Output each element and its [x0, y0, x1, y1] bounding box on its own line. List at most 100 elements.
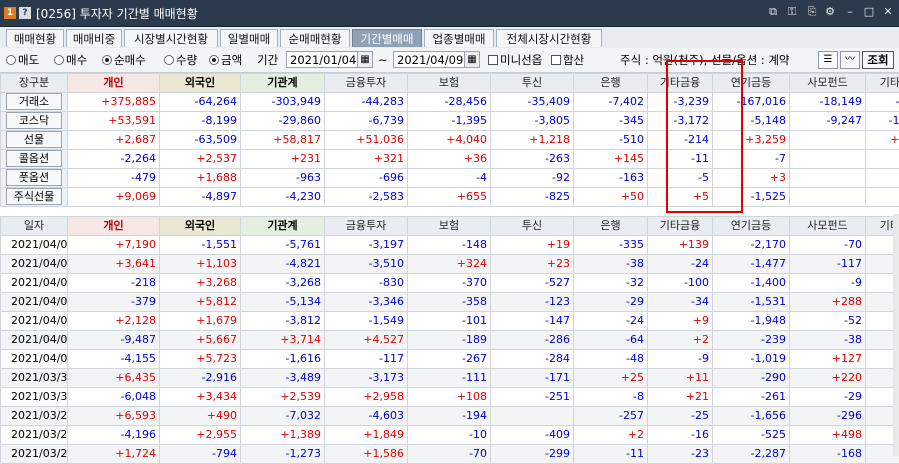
daily-cell: +2 — [574, 426, 648, 445]
daily-row[interactable]: 2021/04/05+2,128+1,679-3,812-1,549-101-1… — [1, 312, 899, 331]
daily-cell: -1,531 — [713, 293, 790, 312]
summary-cell — [790, 150, 866, 169]
daily-cell: -370 — [408, 274, 491, 293]
summary-cell: -510 — [574, 131, 648, 150]
daily-row[interactable]: 2021/03/30-6,048+3,434+2,539+2,958+108-2… — [1, 388, 899, 407]
minimize-icon[interactable]: – — [843, 5, 857, 19]
chart-view-icon[interactable]: 〰 — [840, 51, 860, 69]
daily-cell: -194 — [408, 407, 491, 426]
daily-cell: +21 — [648, 388, 713, 407]
daily-cell: +4,527 — [325, 331, 408, 350]
summary-cell: +58,817 — [241, 131, 325, 150]
daily-row[interactable]: 2021/04/06-379+5,812-5,134-3,346-358-123… — [1, 293, 899, 312]
radio-buy[interactable]: 매수 — [54, 52, 87, 68]
start-date-input[interactable]: 2021/01/04 — [286, 51, 358, 68]
menu-number-badge[interactable]: 1 — [4, 7, 16, 19]
calendar-icon[interactable]: ▦ — [464, 51, 480, 68]
mini-option-label: 미니선옵 — [500, 53, 542, 67]
daily-cell: -3,812 — [241, 312, 325, 331]
daily-row[interactable]: 2021/04/01-4,155+5,723-1,616-117-267-284… — [1, 350, 899, 369]
daily-cell: -830 — [325, 274, 408, 293]
tab-sector-trade[interactable]: 업종별매매 — [424, 29, 494, 47]
tab-trade-status[interactable]: 매매현황 — [6, 29, 64, 47]
summary-cell: -15,486 — [866, 112, 899, 131]
daily-cell: +25 — [574, 369, 648, 388]
market-button[interactable]: 코스닥 — [6, 112, 62, 129]
tab-market-time[interactable]: 시장별시간현황 — [124, 29, 218, 47]
radio-amount[interactable]: 금액 — [209, 52, 242, 68]
summary-cell: +1,999 — [866, 131, 899, 150]
market-button[interactable]: 풋옵션 — [6, 169, 62, 186]
radio-quantity[interactable]: 수량 — [164, 52, 197, 68]
tab-net-trade[interactable]: 순매매현황 — [280, 29, 350, 47]
daily-cell: -16 — [648, 426, 713, 445]
summary-cell: -1,395 — [408, 112, 491, 131]
daily-row[interactable]: 2021/03/26-4,196+2,955+1,389+1,849-10-40… — [1, 426, 899, 445]
radio-circle-icon — [6, 55, 16, 65]
summary-cell: -9,241 — [866, 93, 899, 112]
close-icon[interactable]: ✕ — [881, 5, 895, 19]
tab-daily-trade[interactable]: 일별매매 — [220, 29, 278, 47]
list-view-icon[interactable]: ☰ — [818, 51, 838, 69]
market-button[interactable]: 콜옵션 — [6, 150, 62, 167]
calendar-icon[interactable]: ▦ — [357, 51, 373, 68]
daily-row[interactable]: 2021/03/25+1,724-794-1,273+1,586-70-299-… — [1, 445, 899, 464]
summary-cell: -4,897 — [160, 188, 241, 207]
tab-all-market-time[interactable]: 전체시장시간현황 — [496, 29, 602, 47]
daily-cell: +127 — [790, 350, 866, 369]
daily-header-10: 사모펀드 — [790, 217, 866, 236]
daily-cell: +3,714 — [241, 331, 325, 350]
daily-cell: -5,761 — [241, 236, 325, 255]
sum-checkbox[interactable]: 합산 — [551, 52, 584, 68]
summary-cell: -7 — [713, 150, 790, 169]
checkbox-icon — [488, 55, 498, 65]
daily-cell: +1,103 — [160, 255, 241, 274]
daily-cell: +7,190 — [68, 236, 160, 255]
daily-row[interactable]: 2021/03/31+6,435-2,916-3,489-3,173-111-1… — [1, 369, 899, 388]
daily-row[interactable]: 2021/04/09+7,190-1,551-5,761-3,197-148+1… — [1, 236, 899, 255]
market-button[interactable]: 선물 — [6, 131, 62, 148]
daily-row[interactable]: 2021/04/07-218+3,268-3,268-830-370-527-3… — [1, 274, 899, 293]
daily-cell: -358 — [408, 293, 491, 312]
mini-option-checkbox[interactable]: 미니선옵 — [488, 52, 542, 68]
help-icon[interactable]: ? — [19, 7, 31, 19]
radio-sell[interactable]: 매도 — [6, 52, 39, 68]
radio-sell-label: 매도 — [18, 53, 39, 67]
daily-cell: -24 — [648, 255, 713, 274]
daily-cell: +1,724 — [68, 445, 160, 464]
settings-icon[interactable]: ⚙ — [823, 5, 837, 19]
radio-net-buy[interactable]: 순매수 — [102, 52, 146, 68]
daily-cell: +108 — [408, 388, 491, 407]
daily-cell: +6,435 — [68, 369, 160, 388]
summary-cell: +231 — [241, 150, 325, 169]
date-range-separator: ~ — [378, 52, 388, 68]
summary-header-5: 보험 — [408, 74, 491, 93]
copy-icon[interactable]: ⎘ — [805, 5, 819, 19]
market-button[interactable]: 거래소 — [6, 93, 62, 110]
tab-period-trade[interactable]: 기간별매매 — [352, 29, 422, 47]
vertical-scrollbar[interactable] — [893, 214, 899, 456]
daily-cell: -64 — [574, 331, 648, 350]
end-date-input[interactable]: 2021/04/09 — [393, 51, 465, 68]
summary-cell: -4 — [408, 169, 491, 188]
summary-cell: +321 — [325, 150, 408, 169]
summary-cell: -6,739 — [325, 112, 408, 131]
daily-row[interactable]: 2021/04/02-9,487+5,667+3,714+4,527-189-2… — [1, 331, 899, 350]
daily-row[interactable]: 2021/04/08+3,641+1,103-4,821-3,510+324+2… — [1, 255, 899, 274]
tab-trade-ratio[interactable]: 매매비중 — [66, 29, 122, 47]
daily-header-8: 기타금융 — [648, 217, 713, 236]
maximize-icon[interactable]: □ — [862, 5, 876, 19]
summary-cell: -263 — [491, 150, 574, 169]
lock-icon[interactable]: ⚿ — [785, 5, 799, 19]
daily-cell: -38 — [790, 331, 866, 350]
summary-cell: -3,239 — [648, 93, 713, 112]
daily-header-2: 외국인 — [160, 217, 241, 236]
daily-cell: -29 — [790, 388, 866, 407]
daily-cell: -4,155 — [68, 350, 160, 369]
daily-row[interactable]: 2021/03/29+6,593+490-7,032-4,603-194-257… — [1, 407, 899, 426]
summary-cell: -29,860 — [241, 112, 325, 131]
link-window-icon[interactable]: ⧉ — [766, 5, 780, 19]
market-button[interactable]: 주식선물 — [6, 188, 62, 205]
query-button[interactable]: 조회 — [862, 51, 894, 69]
filter-toolbar: 매도 매수 순매수 수량 금액 기간 2021/01/04 ▦ ~ 2021/0… — [0, 48, 899, 73]
